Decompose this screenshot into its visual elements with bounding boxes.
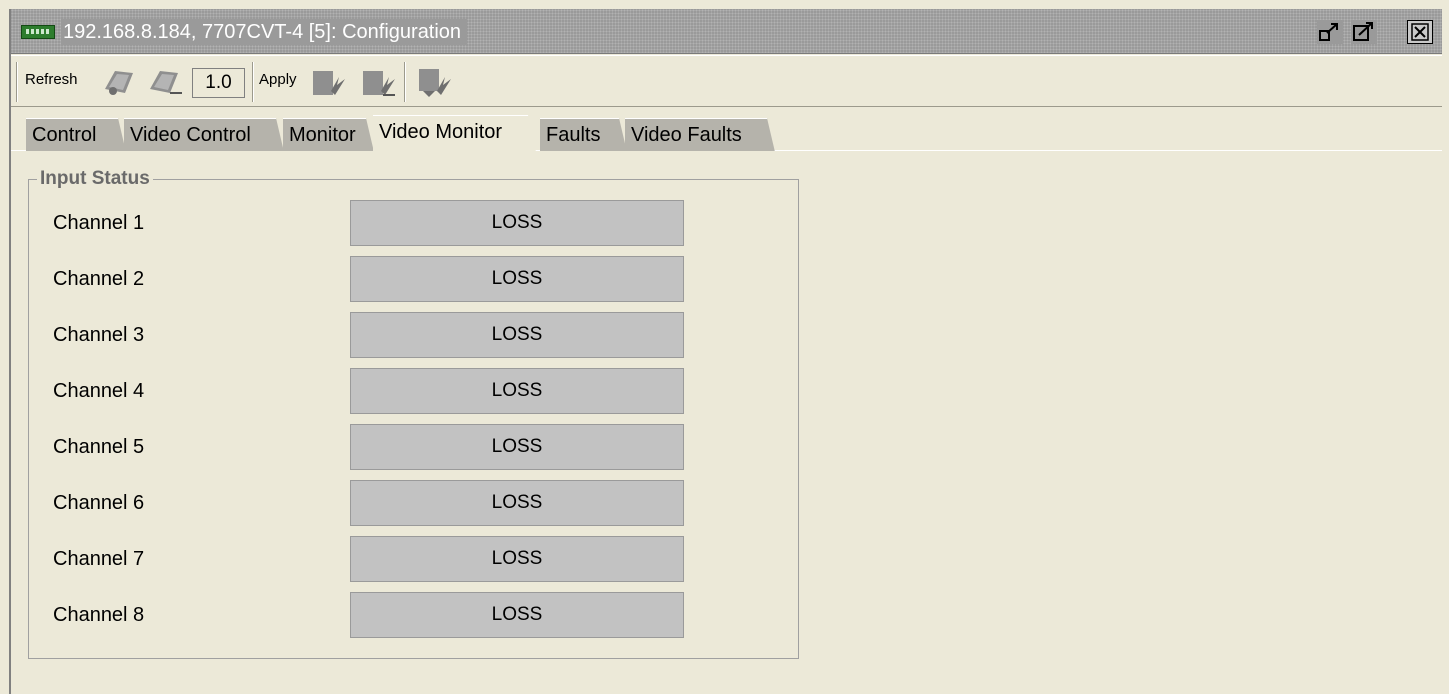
tab-video-faults[interactable]: Video Faults — [625, 118, 775, 152]
apply-all-icon[interactable] — [357, 65, 397, 99]
window-title: 192.168.8.184, 7707CVT-4 [5]: Configurat… — [61, 19, 468, 45]
list-item: Channel 5 LOSS — [29, 424, 800, 470]
group-title: Input Status — [37, 167, 153, 191]
tab-video-control[interactable]: Video Control — [124, 118, 284, 152]
list-item: Channel 7 LOSS — [29, 536, 800, 582]
input-status-group: Input Status Channel 1 LOSS Channel 2 LO… — [28, 167, 800, 659]
status-indicator: LOSS — [350, 424, 684, 470]
channel-label: Channel 8 — [53, 604, 145, 626]
apply-button[interactable]: Apply — [259, 70, 297, 90]
tab-monitor[interactable]: Monitor — [283, 118, 374, 152]
tab-control[interactable]: Control — [26, 118, 126, 152]
tab-bar: Control Video Control Monitor Video Moni… — [11, 107, 1442, 151]
channel-label: Channel 1 — [53, 212, 145, 234]
maximize-icon[interactable] — [1351, 20, 1377, 44]
status-indicator: LOSS — [350, 368, 684, 414]
list-item: Channel 2 LOSS — [29, 256, 800, 302]
restore-icon[interactable] — [1317, 20, 1343, 44]
list-item: Channel 3 LOSS — [29, 312, 800, 358]
status-indicator: LOSS — [350, 256, 684, 302]
status-indicator: LOSS — [350, 312, 684, 358]
list-item: Channel 8 LOSS — [29, 592, 800, 638]
channel-label: Channel 4 — [53, 380, 145, 402]
refresh-all-icon[interactable] — [144, 65, 184, 99]
toolbar-separator — [16, 62, 18, 102]
apply-icon[interactable] — [307, 65, 347, 99]
channel-label: Channel 2 — [53, 268, 145, 290]
status-indicator: LOSS — [350, 480, 684, 526]
list-item: Channel 6 LOSS — [29, 480, 800, 526]
apply-download-icon[interactable] — [413, 65, 453, 99]
toolbar: Refresh 1.0 Apply — [11, 55, 1442, 107]
refresh-button[interactable]: Refresh — [25, 70, 78, 90]
status-indicator: LOSS — [350, 200, 684, 246]
tab-video-monitor[interactable]: Video Monitor — [373, 115, 536, 152]
card-icon — [21, 25, 55, 39]
status-indicator: LOSS — [350, 592, 684, 638]
channel-label: Channel 3 — [53, 324, 145, 346]
channel-label: Channel 7 — [53, 548, 145, 570]
channel-label: Channel 5 — [53, 436, 145, 458]
tab-faults[interactable]: Faults — [540, 118, 627, 152]
title-bar[interactable]: 192.168.8.184, 7707CVT-4 [5]: Configurat… — [11, 9, 1442, 54]
list-item: Channel 4 LOSS — [29, 368, 800, 414]
refresh-card-icon[interactable] — [99, 65, 139, 99]
list-item: Channel 1 LOSS — [29, 200, 800, 246]
status-indicator: LOSS — [350, 536, 684, 582]
tab-content: Input Status Channel 1 LOSS Channel 2 LO… — [11, 151, 1442, 694]
version-field[interactable]: 1.0 — [192, 68, 245, 98]
toolbar-separator — [252, 62, 254, 102]
close-icon[interactable] — [1407, 20, 1433, 44]
channel-label: Channel 6 — [53, 492, 145, 514]
toolbar-separator — [404, 62, 406, 102]
configuration-window: 192.168.8.184, 7707CVT-4 [5]: Configurat… — [9, 9, 1442, 694]
